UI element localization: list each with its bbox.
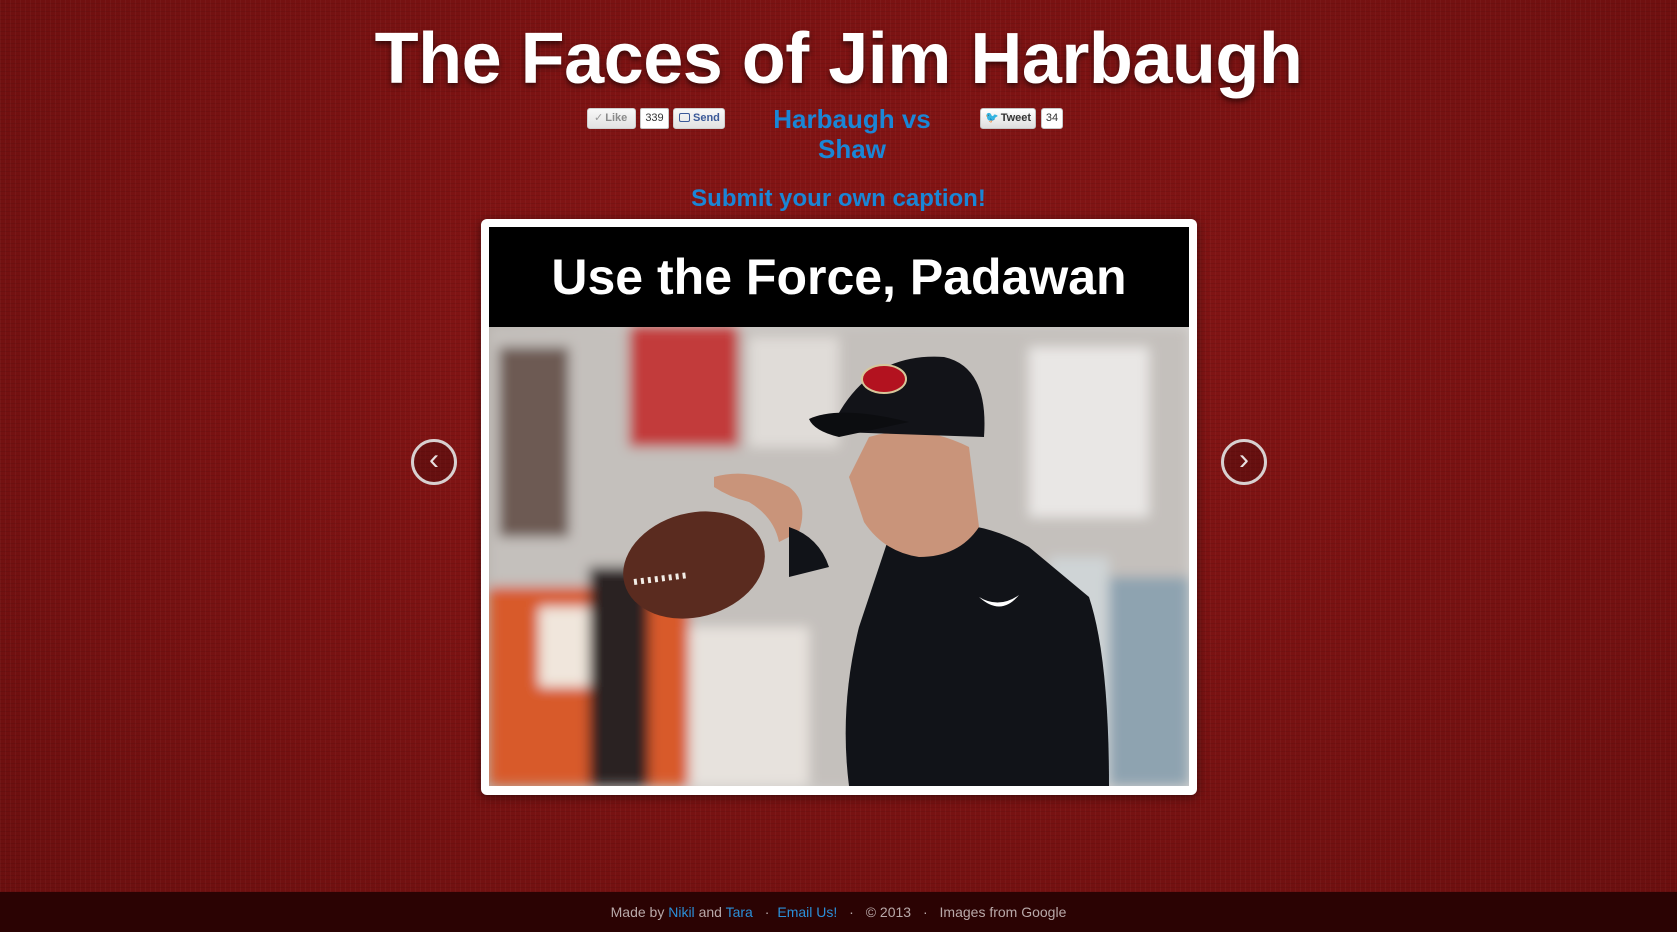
send-label: Send [693, 112, 720, 124]
tweet-label: Tweet [1000, 112, 1032, 124]
slide-photo [489, 327, 1189, 786]
footer-copyright: © 2013 [865, 904, 912, 920]
like-label: Like [605, 112, 628, 124]
tweet-count: 34 [1041, 108, 1063, 129]
speech-bubble-icon [679, 113, 690, 122]
previous-slide-button[interactable]: ‹ [411, 439, 457, 485]
facebook-like-button[interactable]: ✓ Like [587, 108, 636, 129]
footer-made-by: Made by [610, 904, 665, 920]
author-link-tara[interactable]: Tara [726, 904, 753, 920]
facebook-send-button[interactable]: Send [673, 108, 725, 129]
next-slide-button[interactable]: › [1221, 439, 1267, 485]
email-us-link[interactable]: Email Us! [777, 904, 837, 920]
author-link-nikil[interactable]: Nikil [668, 904, 694, 920]
footer-and: and [698, 904, 722, 920]
check-icon: ✓ [594, 112, 604, 124]
chevron-left-icon: ‹ [429, 443, 439, 476]
footer-separator: · [849, 904, 854, 920]
chevron-right-icon: › [1239, 443, 1249, 476]
tweet-button[interactable]: 🐦 Tweet [980, 108, 1036, 129]
submit-caption-link[interactable]: Submit your own caption! [0, 185, 1677, 213]
slide-caption: Use the Force, Padawan [489, 227, 1189, 327]
footer: Made by Nikil and Tara · Email Us! · © 20… [0, 892, 1677, 932]
footer-separator: · [764, 904, 770, 920]
harbaugh-vs-shaw-link[interactable]: Harbaugh vs Shaw [738, 104, 966, 164]
slide-frame: Use the Force, Padawan [481, 219, 1197, 795]
footer-images-credit: Images from Google [939, 904, 1067, 920]
coach-photo-illustration [489, 327, 1189, 786]
page-title: The Faces of Jim Harbaugh [374, 19, 1303, 99]
twitter-bird-icon: 🐦 [985, 112, 999, 124]
social-bar: ✓ Like 339 Send Harbaugh vs Shaw 🐦 Tweet 3… [0, 104, 1677, 164]
footer-separator: · [922, 904, 928, 920]
like-count: 339 [640, 108, 669, 129]
